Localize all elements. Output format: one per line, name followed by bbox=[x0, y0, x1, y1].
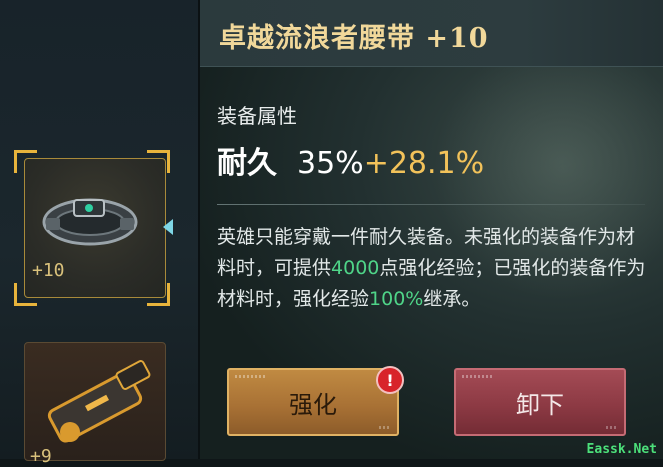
enhance-button[interactable]: 强化 bbox=[227, 368, 399, 436]
selected-arrow-icon bbox=[163, 219, 173, 235]
button-decoration bbox=[235, 375, 265, 378]
stat-base-value: 35% bbox=[297, 146, 364, 181]
attributes-heading: 装备属性 bbox=[217, 104, 297, 128]
belt-icon bbox=[42, 198, 138, 246]
selection-corner bbox=[14, 283, 37, 306]
watermark: Eassk.Net bbox=[586, 442, 657, 457]
alert-badge-icon: ! bbox=[376, 366, 404, 394]
item-title: 卓越流浪者腰带 +10 bbox=[219, 23, 489, 54]
button-decoration bbox=[606, 426, 618, 429]
unequip-button[interactable]: 卸下 bbox=[454, 368, 626, 436]
inventory-strip: +10 +9 bbox=[0, 0, 200, 467]
description-text: 继承。 bbox=[423, 288, 481, 310]
item-detail-panel: 卓越流浪者腰带 +10 装备属性 耐久 35%+28.1% 英雄只能穿戴一件耐久装… bbox=[200, 0, 663, 459]
button-decoration bbox=[462, 375, 492, 378]
enhance-button-label: 强化 bbox=[289, 390, 337, 419]
stat-name: 耐久 bbox=[217, 146, 277, 181]
item-level: +10 bbox=[32, 260, 65, 281]
item-description: 英雄只能穿戴一件耐久装备。未强化的装备作为材料时，可提供4000点强化经验；已强… bbox=[217, 222, 647, 315]
description-highlight: 100% bbox=[369, 288, 424, 310]
stat-row: 耐久 35%+28.1% bbox=[217, 138, 484, 182]
selection-corner bbox=[147, 283, 170, 306]
description-highlight: 4000 bbox=[331, 257, 380, 279]
stat-bonus-value: +28.1% bbox=[363, 146, 485, 181]
button-decoration bbox=[379, 426, 391, 429]
selection-corner bbox=[14, 150, 37, 173]
selection-corner bbox=[147, 150, 170, 173]
unequip-button-label: 卸下 bbox=[516, 390, 564, 419]
title-bar: 卓越流浪者腰带 +10 bbox=[200, 0, 663, 67]
divider bbox=[217, 204, 645, 205]
item-level: +9 bbox=[30, 446, 52, 467]
gun-icon bbox=[47, 360, 151, 443]
